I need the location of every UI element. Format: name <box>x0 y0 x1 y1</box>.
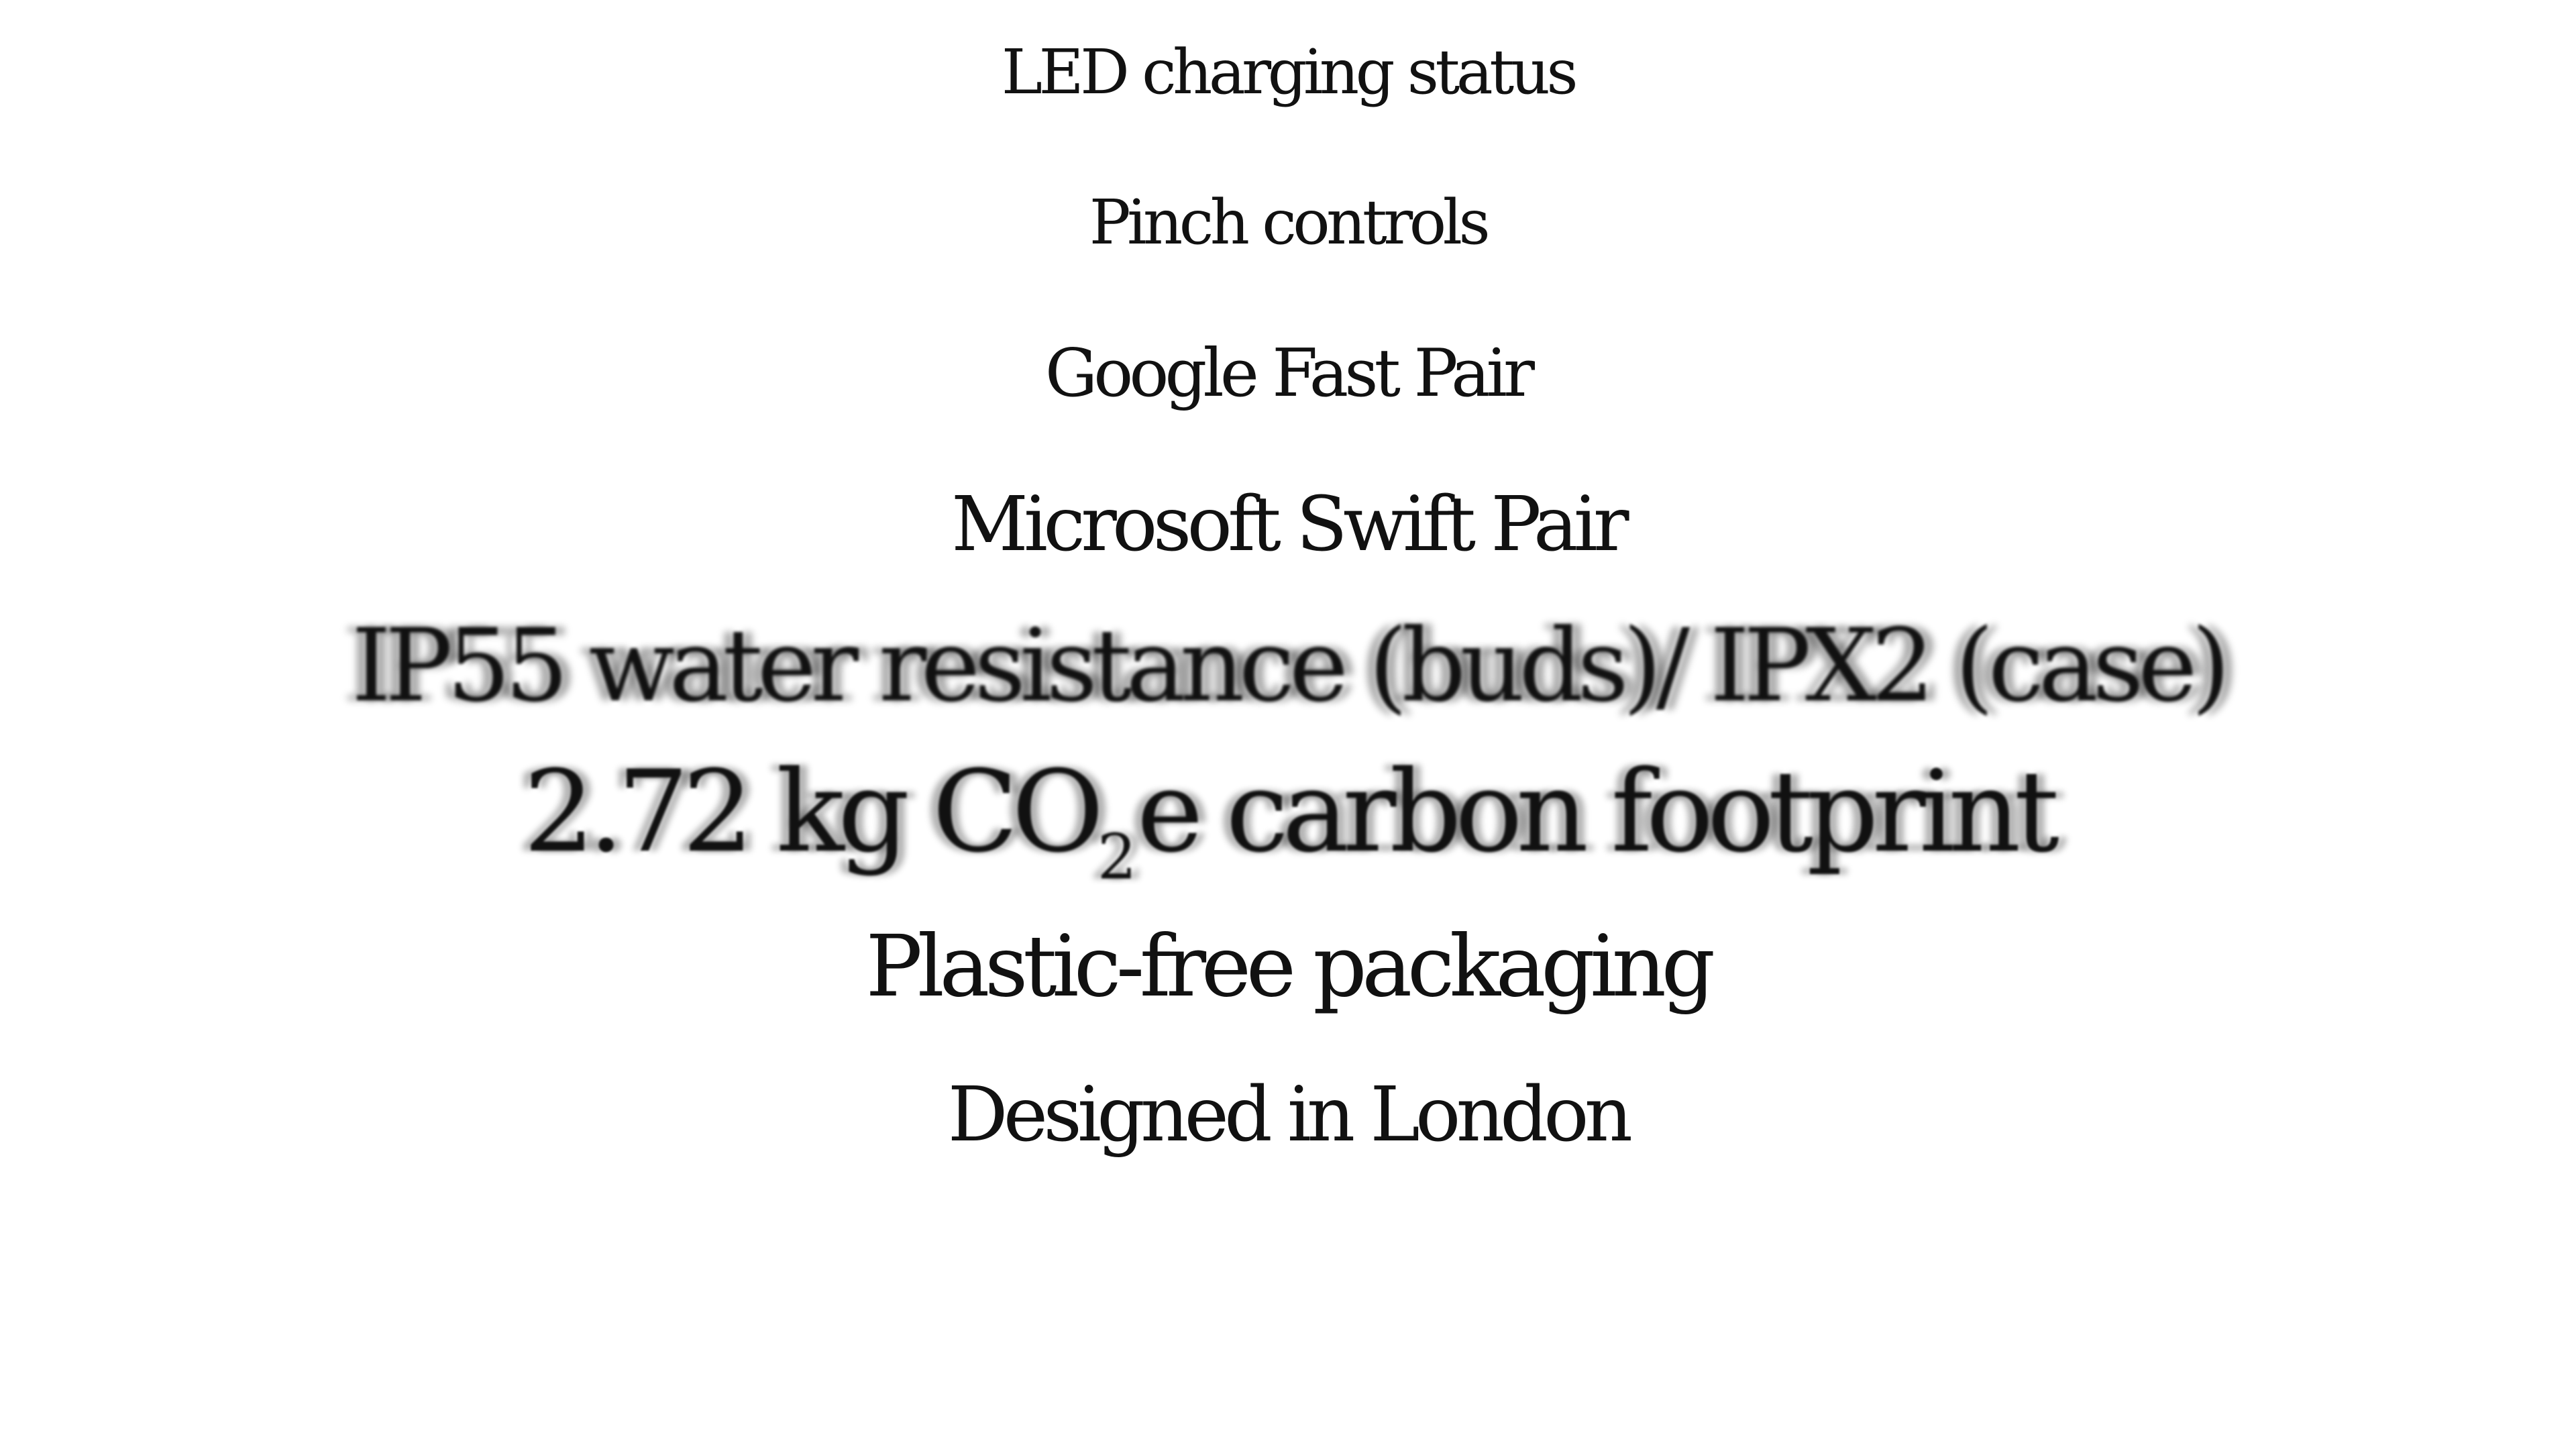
feature-google-fast-pair: Google Fast Pair <box>1044 335 1535 412</box>
feature-plastic-free-packaging: Plastic-free packaging <box>865 917 1715 1016</box>
feature-led-charging-status: LED charging status <box>1001 36 1578 108</box>
carbon-footprint-subscript: 2 <box>1097 820 1137 894</box>
feature-water-resistance: IP55 water resistance (buds)/ IPX2 (case… <box>351 608 2231 724</box>
feature-microsoft-swift-pair: Microsoft Swift Pair <box>951 481 1629 568</box>
feature-designed-in-london: Designed in London <box>947 1071 1633 1159</box>
carbon-footprint-suffix: e carbon footprint <box>1136 746 2059 877</box>
feature-pinch-controls: Pinch controls <box>1089 186 1491 258</box>
feature-list-slide: LED charging status Pinch controls Googl… <box>0 0 2576 1449</box>
feature-carbon-footprint: 2.72 kg CO2e carbon footprint <box>0 755 2576 888</box>
carbon-footprint-prefix: 2.72 kg CO <box>523 746 1104 877</box>
